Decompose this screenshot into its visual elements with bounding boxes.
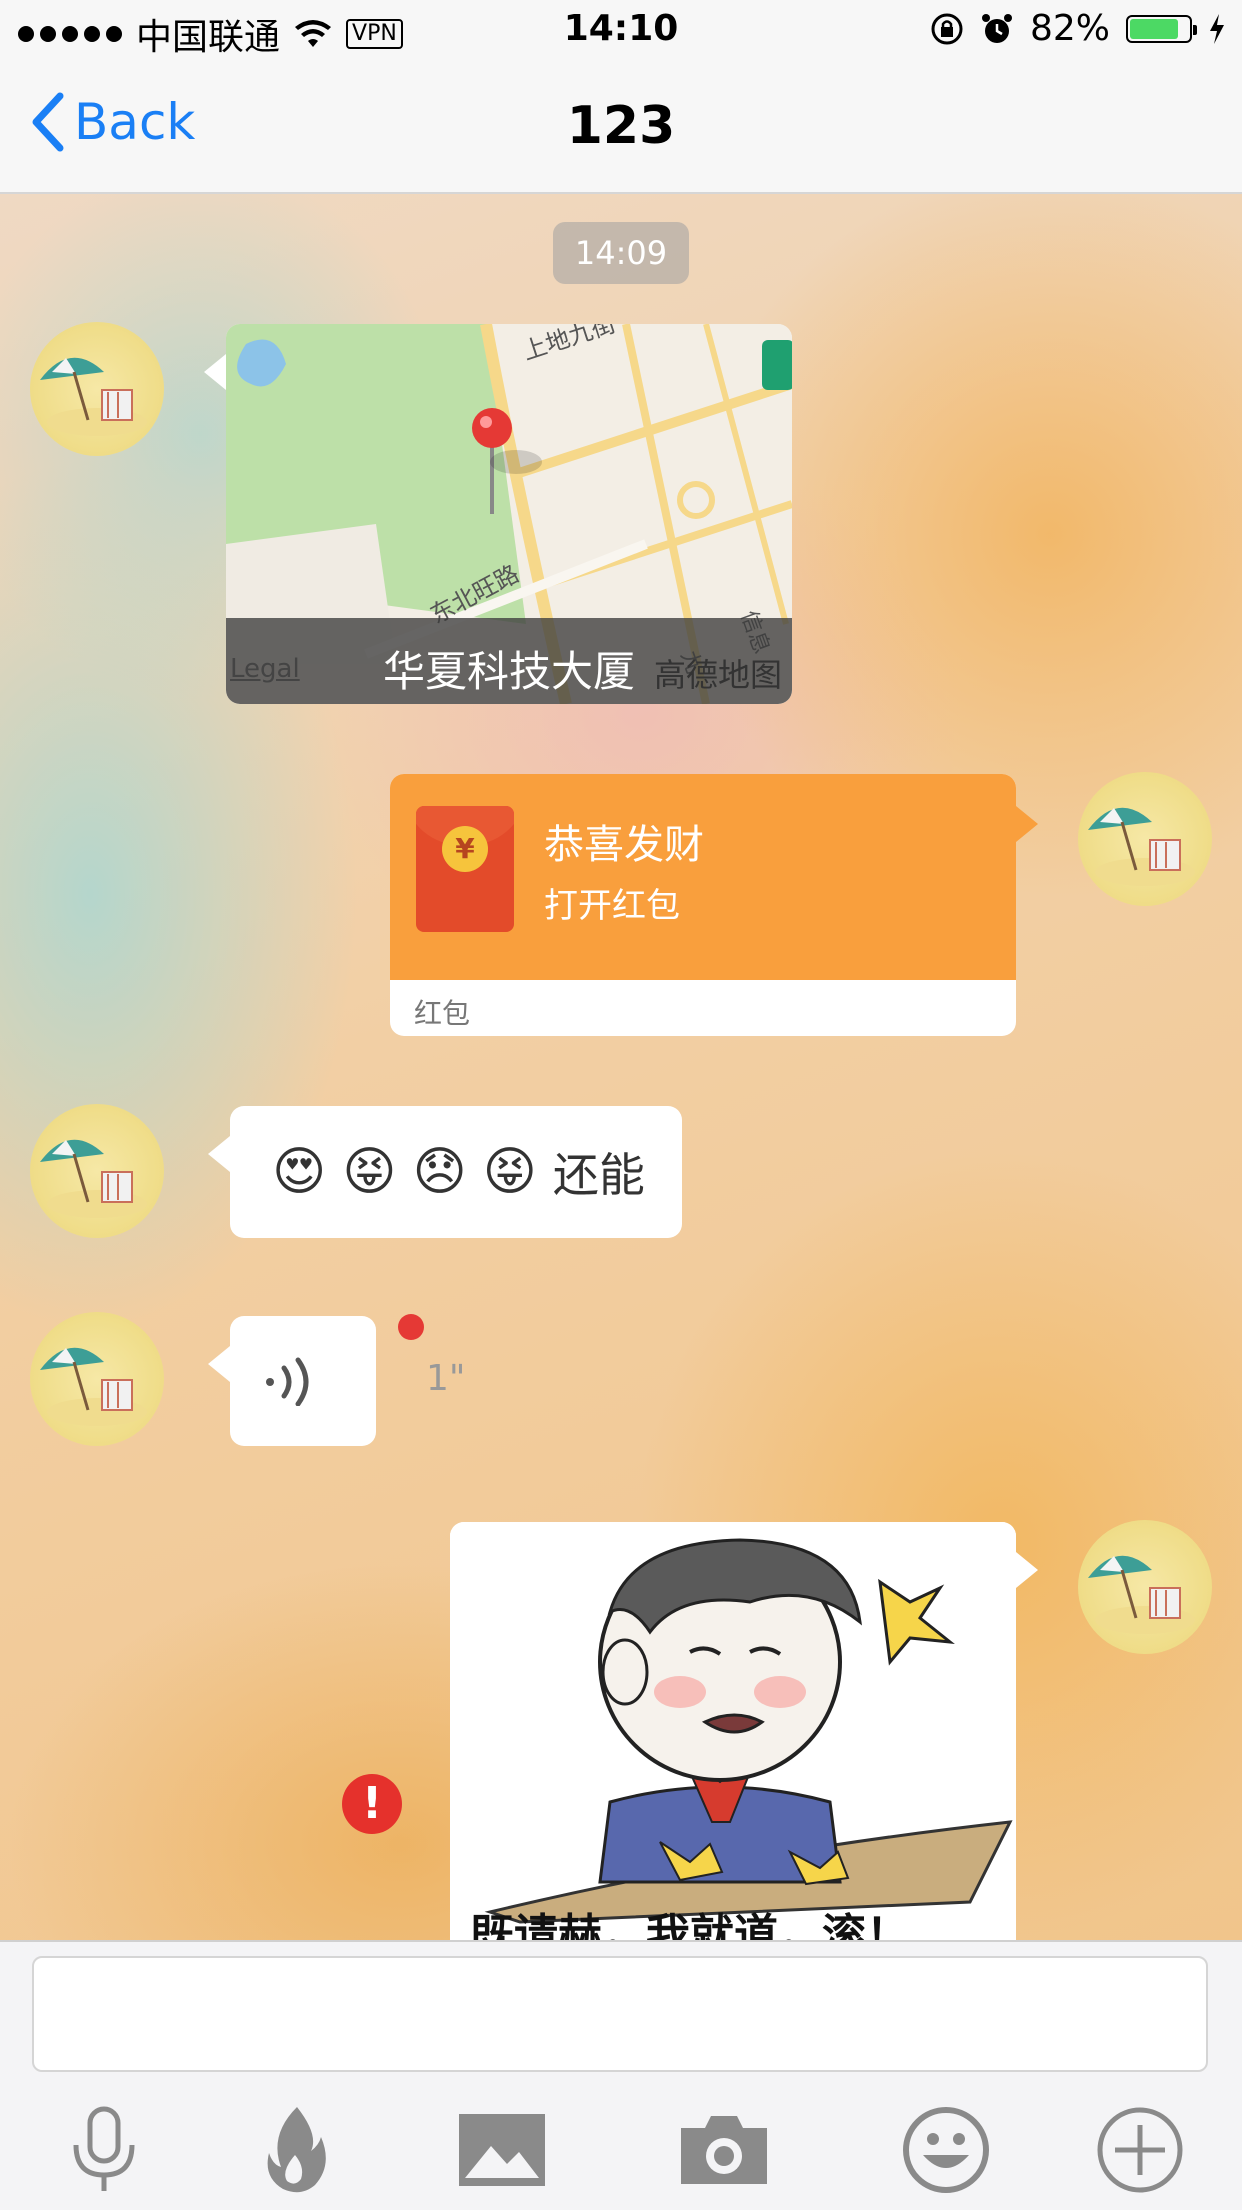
- status-bar: 中国联通 VPN 14:10 82%: [0, 0, 1242, 62]
- flame-icon: [267, 2107, 326, 2193]
- charging-icon: [1210, 13, 1224, 44]
- emoji: 😍: [272, 1142, 327, 1202]
- emoji: 😝: [482, 1142, 537, 1202]
- red-envelope-icon: ¥: [416, 806, 514, 932]
- coin-icon: ¥: [442, 826, 488, 872]
- emoji-button[interactable]: [896, 2100, 996, 2200]
- avatar[interactable]: [1078, 772, 1212, 906]
- input-bar: [0, 1940, 1242, 2210]
- voice-duration: 1": [426, 1358, 466, 1399]
- emoji-icon: [903, 2107, 989, 2193]
- meme-image: 既请赫，我就道，滚！: [450, 1522, 1016, 1940]
- text-message[interactable]: 😍 😝 😞 😝 还能: [230, 1106, 682, 1238]
- emoji: 😝: [342, 1142, 397, 1202]
- voice-message[interactable]: [230, 1316, 376, 1446]
- beach-umbrella-icon: [40, 1139, 147, 1218]
- chat-title: 123: [566, 96, 676, 156]
- beach-umbrella-icon: [40, 1347, 147, 1426]
- microphone-icon: [73, 2106, 135, 2191]
- red-packet-title: 恭喜发财: [544, 822, 704, 868]
- message-text: 还能: [552, 1148, 645, 1202]
- bubble-tail: [204, 354, 226, 390]
- unread-indicator: [398, 1314, 424, 1340]
- map-provider-logo: 高德地图: [653, 656, 782, 694]
- red-packet-message[interactable]: ¥ 恭喜发财 打开红包 红包: [390, 774, 1016, 1036]
- send-failed-button[interactable]: !: [342, 1774, 402, 1834]
- bubble-tail: [1016, 806, 1038, 842]
- bubble-tail: [1016, 1552, 1038, 1588]
- image-message[interactable]: 既请赫，我就道，滚！: [450, 1522, 1016, 1940]
- camera-icon: [681, 2116, 767, 2184]
- more-button[interactable]: [1090, 2100, 1190, 2200]
- toolbar: [0, 2100, 1242, 2200]
- add-icon: [1097, 2107, 1183, 2193]
- beach-umbrella-icon: [1088, 1555, 1195, 1634]
- bubble-tail: [208, 1346, 230, 1382]
- message-list[interactable]: 14:09 上地九街 东北旺路 信息: [0, 194, 1242, 1940]
- red-packet-header: ¥ 恭喜发财 打开红包: [390, 774, 1016, 980]
- avatar[interactable]: [30, 322, 164, 456]
- photo-album-button[interactable]: [452, 2100, 552, 2200]
- status-right: 82%: [930, 8, 1226, 49]
- battery-icon: [1126, 14, 1197, 43]
- alarm-icon: [981, 13, 1012, 43]
- red-packet-label: 红包: [414, 997, 471, 1030]
- rotation-lock-icon: [931, 13, 963, 44]
- message-input[interactable]: [32, 1956, 1208, 2072]
- emoji: 😞: [412, 1142, 467, 1202]
- microphone-button[interactable]: [54, 2100, 154, 2200]
- map-legal-link[interactable]: Legal: [230, 654, 300, 684]
- beach-umbrella-icon: [1088, 807, 1195, 886]
- battery-percent: 82%: [1029, 8, 1110, 49]
- message-timestamp: 14:09: [553, 222, 689, 284]
- avatar[interactable]: [30, 1104, 164, 1238]
- camera-button[interactable]: [674, 2100, 774, 2200]
- bubble-tail: [208, 1136, 230, 1172]
- meme-caption: 既请赫，我就道，滚！: [470, 1910, 910, 1940]
- sound-wave-icon: [266, 1357, 309, 1406]
- image-icon: [459, 2114, 545, 2186]
- red-packet-subtitle: 打开红包: [544, 886, 680, 926]
- burn-after-reading-button[interactable]: [246, 2100, 346, 2200]
- beach-umbrella-icon: [40, 357, 147, 436]
- navigation-bar: Back 123: [0, 62, 1242, 194]
- location-message[interactable]: 上地九街 东北旺路 信息 九 华夏科技大厦 Legal 高德地图: [226, 324, 792, 704]
- avatar[interactable]: [30, 1312, 164, 1446]
- avatar[interactable]: [1078, 1520, 1212, 1654]
